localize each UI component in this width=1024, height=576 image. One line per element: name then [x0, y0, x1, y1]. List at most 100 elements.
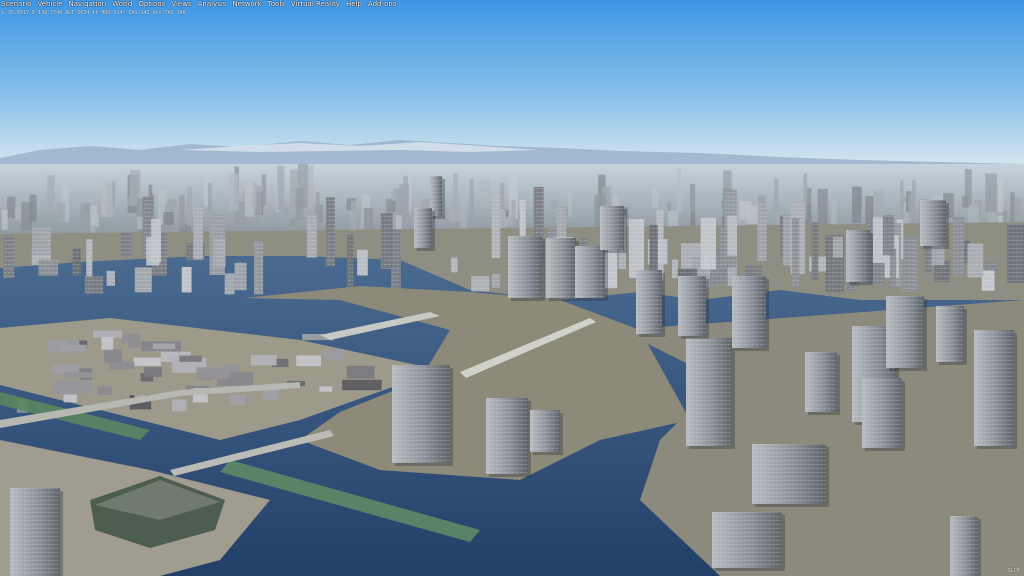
mid-building-windows: [491, 273, 501, 289]
low-block: [64, 372, 93, 378]
hud-readout: L 35.6517 E 139.7748 ALT 2634 ft HDG 314…: [2, 10, 186, 16]
menu-analysis[interactable]: Analysis: [196, 0, 231, 9]
low-block: [53, 380, 91, 395]
far-building: [47, 175, 55, 213]
tower-windows: [950, 516, 978, 576]
mid-building-windows: [234, 262, 247, 291]
tower-windows: [546, 238, 576, 298]
far-building: [1010, 192, 1015, 226]
mid-building-windows: [38, 259, 59, 276]
far-building: [186, 186, 193, 227]
far-building: [403, 175, 408, 216]
low-block: [229, 394, 246, 406]
far-building: [968, 205, 980, 225]
sky: [0, 0, 1024, 166]
menu-help[interactable]: Help: [344, 0, 366, 9]
mid-building-windows: [792, 217, 800, 288]
mid-building-windows: [882, 215, 895, 256]
far-building: [961, 196, 969, 208]
tower-windows: [600, 206, 624, 250]
low-block: [101, 336, 114, 350]
far-building: [449, 210, 461, 222]
mid-building-windows: [181, 266, 192, 293]
menu-addons[interactable]: Add-ons: [366, 0, 401, 9]
far-building: [1018, 203, 1022, 212]
flight-sim-3d-view[interactable]: [0, 0, 1024, 576]
far-building: [817, 188, 828, 226]
low-block: [179, 355, 202, 362]
mid-building-windows: [106, 270, 115, 286]
tower-windows: [862, 378, 902, 448]
far-building: [29, 194, 37, 222]
far-building: [207, 182, 212, 215]
menu-navigation[interactable]: Navigation: [66, 0, 110, 9]
tower-windows: [636, 270, 662, 334]
low-block: [296, 355, 322, 367]
far-building: [469, 178, 474, 220]
mid-building-windows: [72, 248, 81, 276]
mid-building-windows: [84, 276, 104, 294]
tower-windows: [575, 246, 605, 298]
mid-building-windows: [628, 219, 645, 278]
far-building: [277, 165, 285, 211]
far-building: [480, 179, 490, 208]
mid-building-windows: [357, 249, 368, 276]
low-block: [97, 386, 112, 395]
tower-windows: [530, 410, 560, 452]
menu-world[interactable]: World: [110, 0, 136, 9]
tower-windows: [686, 338, 732, 446]
mid-building-windows: [254, 241, 264, 295]
mid-building-windows: [672, 259, 679, 279]
far-building: [284, 205, 290, 227]
far-building: [567, 187, 572, 217]
mid-building-windows: [981, 270, 995, 291]
low-block: [109, 361, 135, 370]
mid-building-windows: [120, 232, 132, 258]
mid-building-windows: [347, 234, 354, 291]
mid-building-windows: [32, 227, 51, 256]
far-building: [295, 188, 304, 220]
far-building: [851, 186, 862, 223]
low-block: [104, 348, 122, 364]
low-block: [323, 349, 345, 360]
low-block: [144, 367, 163, 377]
mid-building-windows: [193, 206, 203, 260]
mid-building-windows: [700, 217, 717, 270]
menu-scenario[interactable]: Scenario: [0, 0, 35, 9]
tower-windows: [732, 276, 766, 348]
menu-options[interactable]: Options: [136, 0, 169, 9]
far-building: [511, 200, 516, 233]
low-block: [133, 357, 161, 366]
menu-views[interactable]: Views: [169, 0, 195, 9]
far-building: [126, 197, 137, 206]
mid-building-windows: [952, 216, 965, 277]
menu-tools[interactable]: Tools: [266, 0, 289, 9]
tower-windows: [392, 365, 450, 463]
mid-building-windows: [3, 235, 15, 279]
low-block: [128, 333, 141, 348]
far-building: [985, 173, 997, 212]
far-building: [256, 185, 262, 224]
far-building: [252, 182, 257, 209]
far-building: [1, 209, 8, 230]
far-building: [873, 190, 884, 218]
far-building: [667, 202, 671, 211]
far-building: [385, 198, 393, 213]
tower-windows: [805, 352, 837, 412]
mid-building-windows: [727, 215, 737, 256]
menu-virtual-reality[interactable]: Virtual Reality: [289, 0, 344, 9]
low-block: [319, 386, 333, 392]
mid-building-windows: [832, 236, 844, 258]
mid-building-windows: [306, 214, 317, 258]
tower-windows: [936, 306, 964, 362]
tower-windows: [886, 296, 924, 368]
menu-vehicle[interactable]: Vehicle: [35, 0, 66, 9]
menu-network[interactable]: Network: [230, 0, 265, 9]
far-building: [14, 207, 21, 221]
far-building: [689, 183, 696, 213]
mid-building-windows: [151, 218, 161, 263]
tower-windows: [920, 200, 946, 246]
far-building: [57, 203, 66, 221]
far-building: [900, 180, 904, 217]
mid-building-windows: [326, 197, 335, 267]
